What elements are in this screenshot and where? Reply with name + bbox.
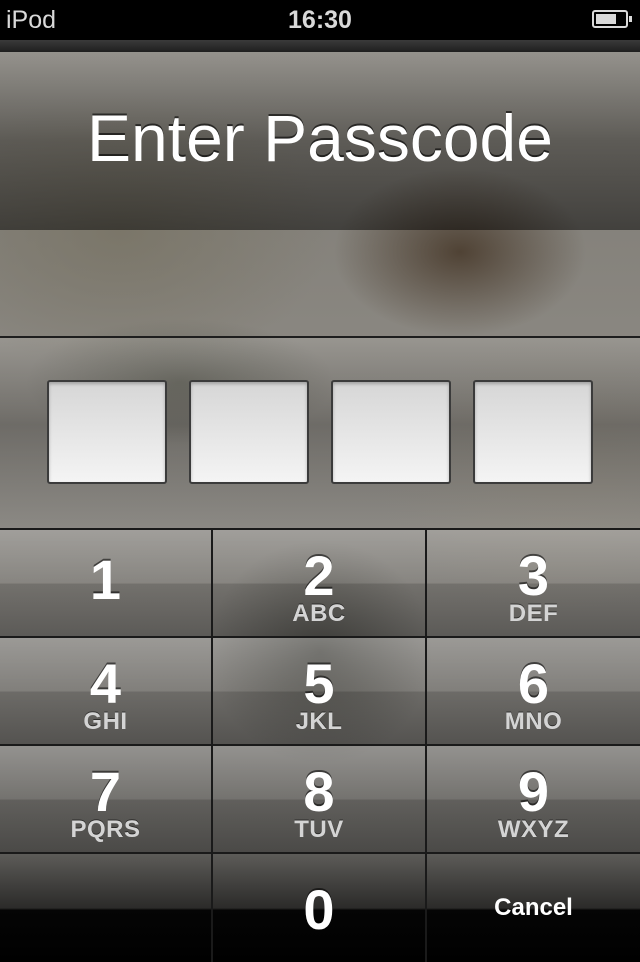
key-letters: ABC [292,600,346,627]
key-letters: WXYZ [497,816,570,843]
clock-time: 16:30 [288,6,352,34]
key-8[interactable]: 8 TUV [213,746,427,854]
passcode-digit-3 [331,380,451,484]
key-number: 0 [303,878,335,941]
page-title: Enter Passcode [87,101,553,175]
key-2[interactable]: 2 ABC [213,530,427,638]
key-7[interactable]: 7 PQRS [0,746,213,854]
passcode-digit-1 [47,380,167,484]
key-3[interactable]: 3 DEF [427,530,640,638]
key-4[interactable]: 4 GHI [0,638,213,746]
key-9[interactable]: 9 WXYZ [427,746,640,854]
key-number: 5 [303,652,335,715]
key-letters: DEF [508,600,559,627]
passcode-digit-4 [473,380,593,484]
key-number: 9 [517,760,550,823]
key-letters: TUV [294,816,344,843]
key-letters: JKL [295,708,343,735]
keypad-blank-key [0,854,213,962]
key-number: 6 [517,652,550,715]
key-number: 3 [517,544,550,607]
key-number: 7 [89,760,122,823]
key-5[interactable]: 5 JKL [213,638,427,746]
cancel-label: Cancel [494,894,573,921]
key-1[interactable]: 1 [0,530,213,638]
status-bar: iPod 16:30 [0,0,640,40]
key-number: 4 [89,652,122,715]
key-letters: PQRS [70,816,141,843]
cancel-button[interactable]: Cancel [427,854,640,962]
numeric-keypad: 1 2 ABC 3 DEF 4 GHI 5 JKL 6 MNO 7 PQRS 8… [0,528,640,962]
key-letters: GHI [83,708,128,735]
battery-icon [592,10,632,28]
key-letters: MNO [504,708,563,735]
key-number: 8 [303,760,335,823]
status-bar-divider [0,40,640,52]
key-number: 2 [303,544,335,607]
key-0[interactable]: 0 [213,854,427,962]
key-number: 1 [89,548,122,611]
passcode-digit-2 [189,380,309,484]
key-6[interactable]: 6 MNO [427,638,640,746]
